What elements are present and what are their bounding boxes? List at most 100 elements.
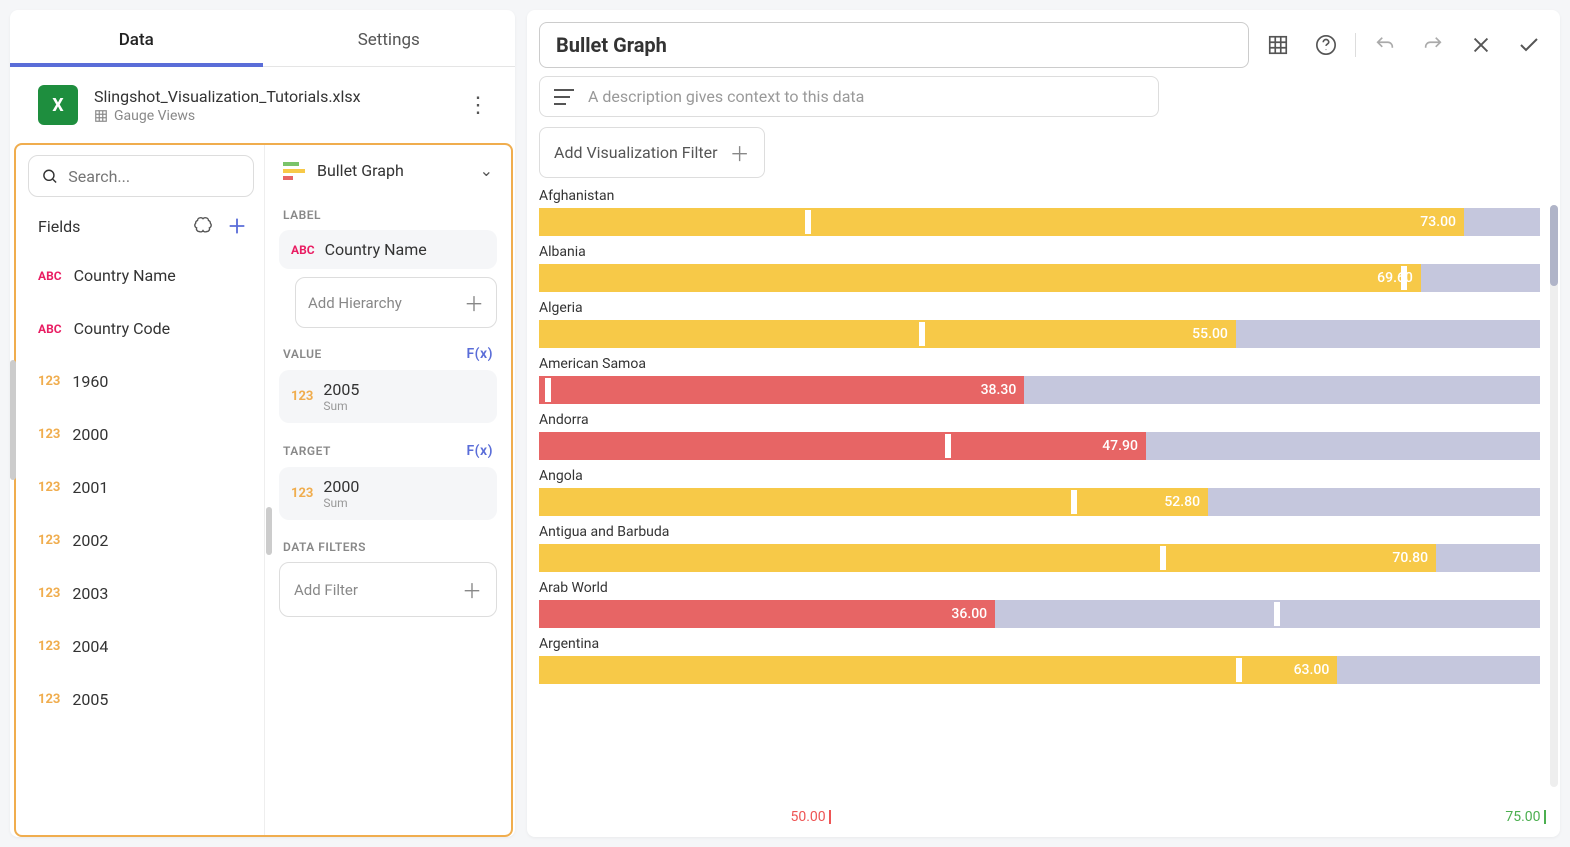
bullet-track[interactable]: 47.90 [539, 432, 1540, 460]
right-panel: A description gives context to this data… [527, 10, 1560, 837]
bullet-track[interactable]: 73.00 [539, 208, 1540, 236]
axis-threshold-red: 50.00 [790, 809, 831, 825]
tab-settings[interactable]: Settings [263, 10, 516, 66]
bullet-row: Argentina 63.00 [539, 636, 1540, 684]
close-button[interactable] [1462, 26, 1500, 64]
description-icon [554, 89, 574, 105]
chevron-down-icon: ⌄ [480, 161, 493, 180]
number-type-icon: 123 [291, 389, 313, 404]
grid-icon [94, 109, 108, 123]
help-button[interactable] [1307, 26, 1345, 64]
fields-list: ABCCountry NameABCCountry Code1231960123… [28, 249, 254, 726]
bullet-track[interactable]: 38.30 [539, 376, 1540, 404]
add-field-button[interactable] [226, 215, 248, 237]
bullet-label: American Samoa [539, 356, 1540, 372]
datasource-menu-button[interactable]: ⋮ [461, 93, 495, 118]
section-label-filters: DATA FILTERS [279, 528, 497, 562]
value-field-pill[interactable]: 123 2005 Sum [279, 370, 497, 423]
target-field-pill[interactable]: 123 2000 Sum [279, 467, 497, 520]
field-item[interactable]: 123 1960 [28, 355, 254, 408]
confirm-button[interactable] [1510, 26, 1548, 64]
add-visualization-filter-button[interactable]: Add Visualization Filter ＋ [539, 127, 765, 178]
section-label-label: LABEL [279, 196, 497, 230]
field-item[interactable]: ABCCountry Code [28, 302, 254, 355]
bullet-value-bar: 70.80 [539, 544, 1436, 572]
bullet-track[interactable]: 70.80 [539, 544, 1540, 572]
field-item[interactable]: 1232002 [28, 514, 254, 567]
tab-data[interactable]: Data [10, 10, 263, 66]
grid-view-button[interactable] [1259, 26, 1297, 64]
bullet-label: Albania [539, 244, 1540, 260]
plus-icon: ＋ [730, 138, 750, 167]
visualization-type-selector[interactable]: Bullet Graph ⌄ [279, 155, 497, 196]
bullet-track[interactable]: 69.60 [539, 264, 1540, 292]
bullet-track[interactable]: 36.00 [539, 600, 1540, 628]
left-panel-scrollbar[interactable] [10, 360, 16, 480]
plus-icon: ＋ [462, 575, 482, 604]
fx-value-button[interactable]: F(x) [466, 346, 493, 362]
bullet-value-bar: 73.00 [539, 208, 1464, 236]
bullet-label: Afghanistan [539, 188, 1540, 204]
top-bar [539, 22, 1548, 68]
field-item[interactable]: ABC Country Name [28, 249, 254, 302]
number-type-icon: 123 [38, 692, 60, 707]
chart-title-input[interactable] [539, 22, 1249, 68]
add-data-filter-button[interactable]: Add Filter ＋ [279, 562, 497, 617]
label-field-pill[interactable]: ABC Country Name [279, 230, 497, 269]
undo-button[interactable] [1366, 26, 1404, 64]
datasource-meta: Slingshot_Visualization_Tutorials.xlsx G… [94, 87, 461, 124]
config-column: Bullet Graph ⌄ LABEL ABC Country Name Ad… [264, 145, 511, 835]
bullet-row: Arab World 36.00 [539, 580, 1540, 628]
field-item[interactable]: 123 2005 [28, 673, 254, 726]
brain-icon[interactable] [192, 215, 214, 237]
field-item[interactable]: 1232004 [28, 620, 254, 673]
field-label: 2000 [72, 425, 108, 444]
bullet-row: American Samoa 38.30 [539, 356, 1540, 404]
datasource-sheet: Gauge Views [94, 108, 461, 124]
close-icon [1470, 34, 1492, 56]
excel-file-icon: X [38, 85, 78, 125]
search-box[interactable] [28, 155, 254, 197]
text-type-icon: ABC [38, 269, 62, 283]
bullet-value-bar: 52.80 [539, 488, 1208, 516]
panel-body-highlight: Fields ABCCountry NameABCCountry Code123… [14, 143, 513, 837]
bullet-track[interactable]: 63.00 [539, 656, 1540, 684]
bullet-track[interactable]: 52.80 [539, 488, 1540, 516]
fields-column: Fields ABCCountry NameABCCountry Code123… [16, 145, 264, 835]
field-item[interactable]: 1232003 [28, 567, 254, 620]
bullet-row: Algeria 55.00 [539, 300, 1540, 348]
help-icon [1315, 34, 1337, 56]
redo-button[interactable] [1414, 26, 1452, 64]
search-icon [41, 166, 58, 186]
field-label: 2002 [72, 531, 108, 550]
datasource-row: X Slingshot_Visualization_Tutorials.xlsx… [10, 67, 515, 141]
fields-scrollbar[interactable] [266, 507, 272, 555]
bullet-label: Andorra [539, 412, 1540, 428]
bullet-target-marker [919, 322, 925, 346]
field-item[interactable]: 1232000 [28, 408, 254, 461]
description-input[interactable]: A description gives context to this data [539, 76, 1159, 117]
bullet-value-bar: 63.00 [539, 656, 1337, 684]
field-label: Country Name [74, 266, 176, 285]
bullet-target-marker [1071, 490, 1077, 514]
bullet-row: Antigua and Barbuda 70.80 [539, 524, 1540, 572]
field-item[interactable]: 1232001 [28, 461, 254, 514]
bullet-value-bar: 38.30 [539, 376, 1024, 404]
bullet-label: Arab World [539, 580, 1540, 596]
check-icon [1517, 33, 1541, 57]
subbar: A description gives context to this data [539, 76, 1548, 117]
bullet-track[interactable]: 55.00 [539, 320, 1540, 348]
bullet-row: Albania 69.60 [539, 244, 1540, 292]
visualization-type-label: Bullet Graph [317, 161, 470, 180]
field-label: 2001 [72, 478, 108, 497]
field-label: 1960 [72, 372, 108, 391]
add-hierarchy-button[interactable]: Add Hierarchy ＋ [295, 277, 497, 328]
search-input[interactable] [68, 167, 241, 186]
chart-scrollbar[interactable] [1550, 205, 1558, 787]
number-type-icon: 123 [38, 374, 60, 389]
fx-target-button[interactable]: F(x) [466, 443, 493, 459]
bullet-target-marker [545, 378, 551, 402]
axis-threshold-green: 75.00 [1505, 809, 1546, 825]
field-label: 2005 [72, 690, 108, 709]
bullet-graph-icon [283, 162, 307, 180]
